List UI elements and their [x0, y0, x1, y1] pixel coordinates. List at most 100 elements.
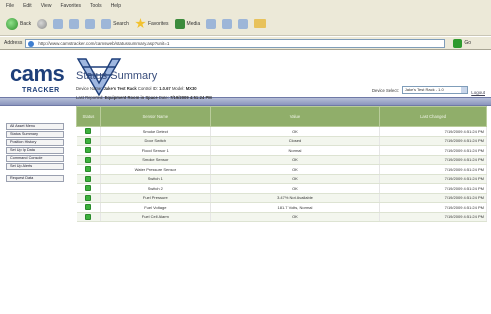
- folder-button[interactable]: [254, 19, 267, 28]
- date-value: 7/19/2009 4:51:24 PM: [170, 95, 212, 100]
- logout-link[interactable]: Logout: [471, 90, 485, 95]
- value-cell: OK: [210, 155, 381, 165]
- table-row[interactable]: Water Pressure Sensor OK 7/19/2009 4:51:…: [76, 164, 487, 175]
- home-button[interactable]: [85, 18, 96, 29]
- sidebar-item-request-data[interactable]: Request Data: [6, 175, 64, 182]
- sensor-name-cell: Fuel Pressure: [100, 193, 211, 203]
- menu-view[interactable]: View: [41, 3, 52, 9]
- column-header-sensor-name[interactable]: Sensor Name: [99, 106, 211, 127]
- column-header-last-changed[interactable]: Last Changed: [379, 106, 487, 127]
- status-ok-icon: [85, 166, 92, 173]
- device-selector: Device Select: Jake's Test Rack - 1.0: [372, 86, 468, 94]
- value-cell: 181.7 Volts, Normal: [210, 202, 381, 213]
- address-input[interactable]: http://www.camstracker.com/camsweb/statu…: [25, 38, 446, 48]
- status-table: Status Sensor Name Value Last Changed Sm…: [76, 106, 487, 222]
- refresh-button[interactable]: [69, 18, 80, 29]
- value-cell: Closed: [210, 136, 381, 146]
- search-icon: [101, 18, 112, 29]
- timestamp-cell: 7/19/2009 4:51:24 PM: [379, 212, 487, 222]
- status-cell: [76, 136, 101, 146]
- address-value: http://www.camstracker.com/camsweb/statu…: [38, 40, 170, 46]
- menu-favorites[interactable]: Favorites: [60, 3, 81, 9]
- forward-arrow-icon: [37, 18, 48, 29]
- sensor-name-cell: Fuel Cell Alarm: [100, 212, 211, 222]
- home-icon: [85, 18, 96, 29]
- sidebar-item-all-asset-menu[interactable]: All Asset Menu: [6, 123, 64, 130]
- media-button[interactable]: Media: [174, 18, 201, 29]
- status-cell: [76, 212, 101, 222]
- device-info-line: Device Name: Jake's Test Rack Control ID…: [76, 86, 197, 91]
- device-name-label: Device Name:: [76, 86, 103, 91]
- sidebar-item-setup-ip-data[interactable]: Set Up Ip Data: [6, 147, 64, 154]
- table-row[interactable]: Fuel Voltage 181.7 Volts, Normal 7/19/20…: [76, 202, 487, 213]
- go-arrow-icon[interactable]: [453, 38, 463, 48]
- sidebar-item-command-console[interactable]: Command Console: [6, 155, 64, 162]
- timestamp-cell: 7/19/2009 4:51:24 PM: [379, 174, 487, 184]
- table-header-row: Status Sensor Name Value Last Changed: [76, 106, 487, 127]
- control-id-value: 1.0.67: [159, 86, 171, 91]
- print-button[interactable]: [238, 18, 249, 29]
- refresh-icon: [69, 18, 80, 29]
- menu-tools[interactable]: Tools: [90, 3, 102, 9]
- page-icon: [28, 40, 35, 47]
- status-cell: [76, 155, 101, 165]
- control-id-label: Control ID:: [137, 86, 158, 91]
- status-cell: [76, 164, 101, 175]
- table-row[interactable]: Smoke Detect OK 7/19/2009 4:51:24 PM: [76, 126, 487, 137]
- stop-button[interactable]: [53, 18, 64, 29]
- sidebar-nav: All Asset Menu Status Summary Position H…: [6, 123, 64, 183]
- sidebar-item-position-history[interactable]: Position History: [6, 139, 64, 146]
- value-cell: OK: [210, 183, 381, 194]
- column-header-status[interactable]: Status: [76, 106, 101, 127]
- status-ok-icon: [85, 128, 92, 135]
- address-bar: Address http://www.camstracker.com/camsw…: [0, 37, 491, 50]
- media-label: Media: [186, 20, 201, 27]
- sensor-name-cell: Smoke Sensor: [100, 155, 211, 165]
- timestamp-cell: 7/19/2009 4:51:24 PM: [379, 155, 487, 165]
- table-row[interactable]: Switch 2 OK 7/19/2009 4:51:24 PM: [76, 183, 487, 194]
- table-row[interactable]: Switch 1 OK 7/19/2009 4:51:24 PM: [76, 174, 487, 184]
- favorites-button[interactable]: Favorites: [135, 18, 169, 29]
- model-label: Model:: [171, 86, 185, 91]
- table-row[interactable]: Fuel Cell Alarm OK 7/19/2009 4:51:24 PM: [76, 212, 487, 222]
- timestamp-cell: 7/19/2009 4:51:24 PM: [379, 164, 487, 175]
- table-row[interactable]: Flood Sensor 1 Normal 7/19/2009 4:51:24 …: [76, 145, 487, 156]
- sensor-name-cell: Switch 2: [100, 183, 211, 194]
- sensor-name-cell: Flood Sensor 1: [100, 145, 211, 156]
- page-title: Status Summary: [76, 70, 158, 82]
- menu-edit[interactable]: Edit: [23, 3, 32, 9]
- status-ok-icon: [85, 175, 92, 182]
- search-button[interactable]: Search: [101, 18, 129, 29]
- device-select-dropdown[interactable]: Jake's Test Rack - 1.0: [401, 86, 468, 94]
- mail-button[interactable]: [222, 18, 233, 29]
- menu-help[interactable]: Help: [111, 3, 121, 9]
- status-cell: [76, 183, 101, 194]
- timestamp-cell: 7/19/2009 4:51:24 PM: [379, 193, 487, 203]
- status-ok-icon: [85, 213, 92, 220]
- value-cell: Normal: [210, 145, 381, 156]
- status-ok-icon: [85, 204, 92, 211]
- status-cell: [76, 126, 101, 137]
- value-cell: OK: [210, 126, 381, 137]
- timestamp-cell: 7/19/2009 4:51:24 PM: [379, 126, 487, 137]
- table-row[interactable]: Smoke Sensor OK 7/19/2009 4:51:24 PM: [76, 155, 487, 165]
- back-arrow-icon: [6, 17, 18, 30]
- browser-menubar: File Edit View Favorites Tools Help: [0, 0, 491, 12]
- column-header-value[interactable]: Value: [209, 106, 381, 127]
- table-row[interactable]: Fuel Pressure 3.47% Not Available 7/19/2…: [76, 193, 487, 203]
- menu-file[interactable]: File: [6, 3, 14, 9]
- header-banner: [0, 97, 491, 106]
- logo-text: cams: [10, 61, 65, 86]
- history-button[interactable]: [206, 18, 217, 29]
- print-icon: [238, 18, 249, 29]
- sidebar-item-status-summary[interactable]: Status Summary: [6, 131, 64, 138]
- timestamp-cell: 7/19/2009 4:51:24 PM: [379, 183, 487, 194]
- go-button[interactable]: Go: [464, 40, 471, 46]
- table-row[interactable]: Door Switch Closed 7/19/2009 4:51:24 PM: [76, 136, 487, 146]
- value-cell: OK: [210, 174, 381, 184]
- sidebar-item-setup-alerts[interactable]: Set Up Alerts: [6, 163, 64, 170]
- stop-icon: [53, 18, 64, 29]
- status-ok-icon: [85, 147, 92, 154]
- back-button[interactable]: Back: [6, 17, 31, 30]
- forward-button[interactable]: [37, 18, 48, 29]
